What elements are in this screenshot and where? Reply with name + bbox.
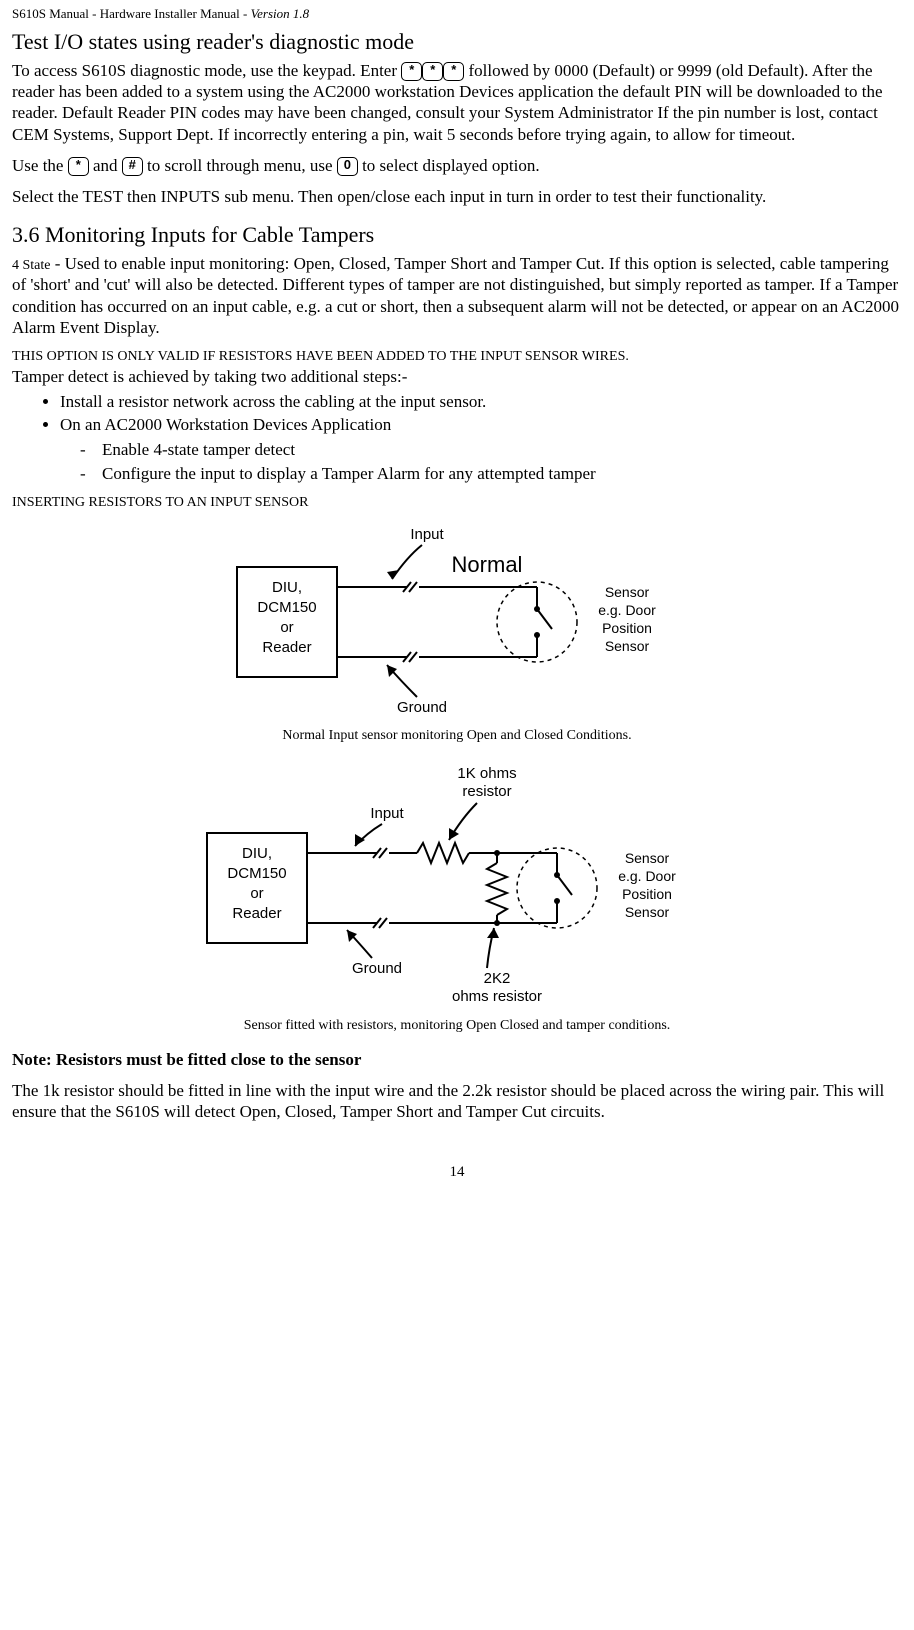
diagram-normal: DIU, DCM150 or Reader Input Normal Groun… bbox=[217, 517, 697, 717]
header-version: Version 1.8 bbox=[251, 6, 310, 21]
svg-text:1K ohms: 1K ohms bbox=[457, 765, 516, 782]
note-resistors: Note: Resistors must be fitted close to … bbox=[12, 1049, 902, 1070]
svg-text:DCM150: DCM150 bbox=[257, 599, 316, 616]
caption-1: Normal Input sensor monitoring Open and … bbox=[12, 727, 902, 745]
svg-text:ohms resistor: ohms resistor bbox=[452, 988, 542, 1005]
label-4state: 4 State bbox=[12, 258, 51, 273]
svg-text:DIU,: DIU, bbox=[242, 845, 272, 862]
list-item: On an AC2000 Workstation Devices Applica… bbox=[60, 414, 902, 484]
figure-resistor-input: DIU, DCM150 or Reader 1K ohms resis bbox=[12, 758, 902, 1013]
svg-text:Sensor: Sensor bbox=[605, 638, 650, 654]
svg-text:Normal: Normal bbox=[452, 552, 523, 577]
p-4state-text: - Used to enable input monitoring: Open,… bbox=[12, 254, 899, 337]
svg-text:DIU,: DIU, bbox=[272, 579, 302, 596]
svg-text:Sensor: Sensor bbox=[605, 584, 650, 600]
heading-inserting-resistors: INSERTING RESISTORS TO AN INPUT SENSOR bbox=[12, 494, 902, 512]
p-select: Select the TEST then INPUTS sub menu. Th… bbox=[12, 186, 902, 207]
heading-test-io: Test I/O states using reader's diagnosti… bbox=[12, 28, 902, 56]
svg-text:Input: Input bbox=[370, 805, 404, 822]
asterisk-key-icon: * bbox=[401, 62, 422, 81]
svg-text:Ground: Ground bbox=[397, 699, 447, 716]
p-use-1: Use the bbox=[12, 156, 68, 175]
svg-text:or: or bbox=[280, 619, 293, 636]
header-left: S610S Manual - Hardware Installer Manual… bbox=[12, 6, 251, 21]
svg-text:DCM150: DCM150 bbox=[227, 865, 286, 882]
svg-text:e.g. Door: e.g. Door bbox=[618, 868, 676, 884]
svg-text:Reader: Reader bbox=[262, 639, 311, 656]
svg-text:e.g. Door: e.g. Door bbox=[598, 602, 656, 618]
p-use-4: to select displayed option. bbox=[358, 156, 540, 175]
svg-text:Reader: Reader bbox=[232, 905, 281, 922]
p-tamper-steps: Tamper detect is achieved by taking two … bbox=[12, 366, 902, 387]
p-use-3: to scroll through menu, use bbox=[143, 156, 337, 175]
p-access: To access S610S diagnostic mode, use the… bbox=[12, 60, 902, 145]
p-1k-resistor: The 1k resistor should be fitted in line… bbox=[12, 1080, 902, 1123]
list-item: Configure the input to display a Tamper … bbox=[80, 463, 902, 484]
p-option-valid: THIS OPTION IS ONLY VALID IF RESISTORS H… bbox=[12, 348, 902, 366]
asterisk-key-icon: * bbox=[422, 62, 443, 81]
caption-2: Sensor fitted with resistors, monitoring… bbox=[12, 1017, 902, 1035]
svg-text:Position: Position bbox=[602, 620, 652, 636]
heading-3-6: 3.6 Monitoring Inputs for Cable Tampers bbox=[12, 221, 902, 249]
svg-text:or: or bbox=[250, 885, 263, 902]
svg-text:Sensor: Sensor bbox=[625, 904, 670, 920]
svg-text:Input: Input bbox=[410, 526, 444, 543]
svg-text:Position: Position bbox=[622, 886, 672, 902]
page-header: S610S Manual - Hardware Installer Manual… bbox=[12, 6, 902, 22]
svg-text:resistor: resistor bbox=[462, 783, 511, 800]
p-use: Use the * and # to scroll through menu, … bbox=[12, 155, 902, 176]
p-access-a: To access S610S diagnostic mode, use the… bbox=[12, 61, 401, 80]
list-item: Enable 4-state tamper detect bbox=[80, 439, 902, 460]
p-4state: 4 State - Used to enable input monitorin… bbox=[12, 253, 902, 338]
figure-normal-input: DIU, DCM150 or Reader Input Normal Groun… bbox=[12, 517, 902, 722]
diagram-resistors: DIU, DCM150 or Reader 1K ohms resis bbox=[187, 758, 727, 1008]
steps-list: Install a resistor network across the ca… bbox=[12, 391, 902, 484]
zero-key-icon: 0 bbox=[337, 157, 358, 176]
svg-text:2K2: 2K2 bbox=[484, 970, 511, 987]
list-item: Install a resistor network across the ca… bbox=[60, 391, 902, 412]
asterisk-key-icon: * bbox=[68, 157, 89, 176]
page-number: 14 bbox=[12, 1163, 902, 1182]
svg-text:Ground: Ground bbox=[352, 960, 402, 977]
svg-text:Sensor: Sensor bbox=[625, 850, 670, 866]
hash-key-icon: # bbox=[122, 157, 143, 176]
li2-label: On an AC2000 Workstation Devices Applica… bbox=[60, 415, 391, 434]
p-use-2: and bbox=[89, 156, 122, 175]
asterisk-key-icon: * bbox=[443, 62, 464, 81]
